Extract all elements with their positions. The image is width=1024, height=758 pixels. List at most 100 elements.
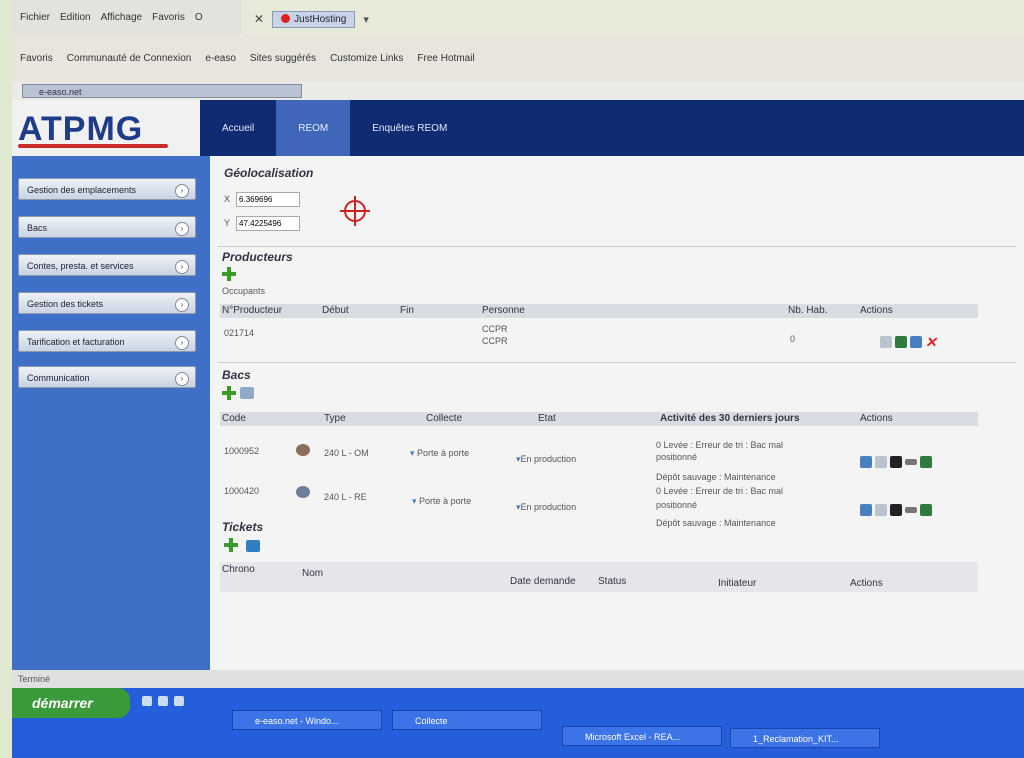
sidebar: Gestion des emplacements › Bacs › Contes, … bbox=[12, 156, 210, 670]
menu-edit[interactable]: Edition bbox=[60, 12, 91, 23]
sidebar-item-bacs[interactable]: Bacs › bbox=[18, 216, 196, 238]
menu-view[interactable]: Affichage bbox=[101, 12, 143, 23]
producteur-num: 021714 bbox=[224, 328, 255, 338]
delete-icon[interactable]: ✕ bbox=[925, 335, 937, 349]
geo-y-label: Y bbox=[224, 218, 231, 228]
link-icon[interactable] bbox=[240, 387, 254, 399]
bacs-title: Bacs bbox=[222, 368, 251, 382]
col-debut: Début bbox=[322, 305, 349, 316]
favorites-button[interactable]: Favoris bbox=[20, 53, 53, 64]
producteur-nb-hab: 0 bbox=[790, 334, 796, 344]
address-field[interactable]: e-easo.net bbox=[22, 84, 302, 98]
list-icon[interactable] bbox=[905, 507, 917, 513]
user-icon[interactable] bbox=[890, 456, 902, 468]
document-icon[interactable] bbox=[860, 504, 872, 516]
sidebar-item-communication[interactable]: Communication › bbox=[18, 366, 196, 388]
quick-launch bbox=[142, 696, 184, 706]
producteur-personne-2: CCPR bbox=[482, 336, 508, 346]
sidebar-item-contrats[interactable]: Contes, presta. et services › bbox=[18, 254, 196, 276]
browser-icon[interactable] bbox=[158, 696, 168, 706]
document-icon[interactable] bbox=[860, 456, 872, 468]
list-icon[interactable] bbox=[905, 459, 917, 465]
fav-link-3[interactable]: Sites suggérés bbox=[250, 53, 316, 64]
user-icon[interactable] bbox=[895, 336, 907, 348]
menu-tools[interactable]: O bbox=[195, 12, 203, 23]
document-icon[interactable] bbox=[910, 336, 922, 348]
show-desktop-icon[interactable] bbox=[142, 696, 152, 706]
col-nb-hab: Nb. Hab. bbox=[788, 305, 828, 316]
bac-activite-2: positionné bbox=[656, 452, 698, 462]
menu-file[interactable]: Fichier bbox=[20, 12, 50, 23]
producteur-personne-1: CCPR bbox=[482, 324, 508, 334]
divider bbox=[218, 362, 1016, 363]
truck-icon[interactable] bbox=[920, 456, 932, 468]
task-collecte[interactable]: Collecte bbox=[392, 710, 542, 730]
sidebar-item-emplacements[interactable]: Gestion des emplacements › bbox=[18, 178, 196, 200]
bin-icon bbox=[296, 444, 310, 456]
fav-link-2[interactable]: e-easo bbox=[205, 53, 236, 64]
tickets-header: Chrono Nom Date demande Status Initiateu… bbox=[220, 562, 978, 592]
nav-tab-reom[interactable]: REOM bbox=[276, 100, 351, 156]
edit-icon[interactable] bbox=[875, 504, 887, 516]
bac-activite-3: Dépôt sauvage : Maintenance bbox=[656, 472, 776, 482]
bac-collecte[interactable]: ▾ Porte à porte bbox=[412, 496, 471, 507]
add-producteur-icon[interactable] bbox=[222, 267, 236, 281]
bac-activite-1: 0 Levée : Erreur de tri : Bac mal bbox=[656, 440, 784, 450]
bac-activite-1: 0 Levée : Erreur de tri : Bac mal bbox=[656, 486, 784, 496]
mail-icon[interactable] bbox=[174, 696, 184, 706]
bac-collecte[interactable]: ▾ Porte à porte bbox=[410, 448, 469, 459]
status-bar: Terminé bbox=[12, 670, 1024, 688]
add-bac-icon[interactable] bbox=[222, 386, 236, 400]
col-num-producteur: N°Producteur bbox=[222, 305, 283, 316]
browser-tab[interactable]: JustHosting bbox=[272, 10, 356, 28]
chevron-right-icon: › bbox=[175, 372, 189, 386]
new-tab-dropdown-icon[interactable]: ▾ bbox=[363, 13, 369, 26]
chevron-right-icon: › bbox=[175, 260, 189, 274]
col-status: Status bbox=[598, 576, 627, 587]
truck-icon[interactable] bbox=[920, 504, 932, 516]
geo-x-input[interactable] bbox=[236, 192, 301, 207]
nav-tab-accueil[interactable]: Accueil bbox=[200, 100, 276, 156]
folder-icon[interactable] bbox=[246, 540, 260, 552]
fav-link-5[interactable]: Free Hotmail bbox=[417, 53, 474, 64]
close-tab-icon[interactable]: ✕ bbox=[254, 12, 264, 26]
geo-y-row: Y bbox=[224, 216, 301, 231]
fav-link-4[interactable]: Customize Links bbox=[330, 53, 403, 64]
menu-favorites[interactable]: Favoris bbox=[152, 12, 185, 23]
col-actions: Actions bbox=[860, 305, 893, 316]
producteurs-header: N°Producteur Début Fin Personne Nb. Hab.… bbox=[220, 304, 978, 318]
main-content: Géolocalisation X Y Producteurs Occupant… bbox=[210, 156, 1024, 670]
edit-icon[interactable] bbox=[880, 336, 892, 348]
fav-link-1[interactable]: Communauté de Connexion bbox=[67, 53, 192, 64]
bac-actions bbox=[860, 456, 932, 468]
bac-activite-2: positionné bbox=[656, 500, 698, 510]
task-browser[interactable]: e-easo.net - Windo... bbox=[232, 710, 382, 730]
user-icon[interactable] bbox=[890, 504, 902, 516]
edit-icon[interactable] bbox=[875, 456, 887, 468]
sidebar-item-tarification[interactable]: Tarification et facturation › bbox=[18, 330, 196, 352]
chevron-right-icon: › bbox=[175, 298, 189, 312]
bac-activite-3: Dépôt sauvage : Maintenance bbox=[656, 518, 776, 528]
bac-type: 240 L - RE bbox=[324, 492, 367, 502]
geo-x-row: X bbox=[224, 192, 301, 207]
col-type: Type bbox=[324, 413, 346, 424]
app-header: ATPMG Accueil REOM Enquêtes REOM bbox=[12, 100, 1024, 156]
bac-etat[interactable]: ▾En production bbox=[516, 502, 576, 513]
nav-tab-enquetes[interactable]: Enquêtes REOM bbox=[350, 100, 469, 156]
chevron-right-icon: › bbox=[175, 222, 189, 236]
geo-y-input[interactable] bbox=[236, 216, 301, 231]
browser-tabstrip: ✕ JustHosting ▾ bbox=[242, 0, 1024, 38]
map-target-icon[interactable] bbox=[340, 196, 370, 226]
task-reclamation[interactable]: 1_Reclamation_KIT... bbox=[730, 728, 880, 748]
chevron-right-icon: › bbox=[175, 184, 189, 198]
bac-code: 1000952 bbox=[224, 446, 260, 456]
task-excel[interactable]: Microsoft Excel - REA... bbox=[562, 726, 722, 746]
bac-etat[interactable]: ▾En production bbox=[516, 454, 576, 465]
start-button[interactable]: démarrer bbox=[12, 688, 130, 718]
tickets-title: Tickets bbox=[222, 520, 264, 534]
col-personne: Personne bbox=[482, 305, 525, 316]
col-etat: Etat bbox=[538, 413, 556, 424]
taskbar: démarrer e-easo.net - Windo... Collecte … bbox=[12, 688, 1024, 758]
sidebar-item-tickets[interactable]: Gestion des tickets › bbox=[18, 292, 196, 314]
add-ticket-icon[interactable] bbox=[224, 538, 238, 552]
